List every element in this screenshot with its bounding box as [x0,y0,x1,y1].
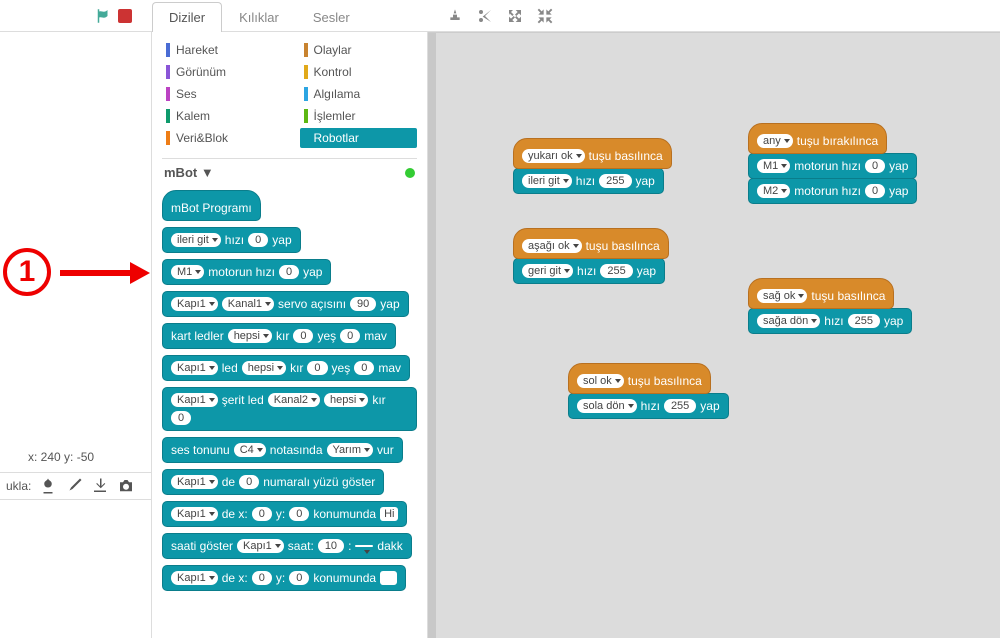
stage-area: x: 240 y: -50 ukla: [0,32,152,638]
camera-icon[interactable] [117,477,135,495]
block-palette: Hareket Olaylar Görünüm Kontrol Ses Algı… [152,32,428,638]
shrink-icon[interactable] [537,8,553,24]
block-led-strip[interactable]: Kapı1şerit ledKanal2hepsikır0 [162,387,417,431]
stack-left[interactable]: sol oktuşu basılınca sola dönhızı255yap [568,363,729,419]
cat-data[interactable]: Veri&Blok [162,128,280,148]
annotation-marker: 1 [3,248,51,296]
cat-sensing[interactable]: Algılama [300,84,418,104]
cat-looks[interactable]: Görünüm [162,62,280,82]
cat-pen[interactable]: Kalem [162,106,280,126]
toolbar [447,8,553,24]
cat-control[interactable]: Kontrol [300,62,418,82]
main-row: x: 240 y: -50 ukla: Hareket Olaylar Görü… [0,32,1000,638]
cat-events[interactable]: Olaylar [300,40,418,60]
grow-icon[interactable] [507,8,523,24]
cat-robots[interactable]: Robotlar [300,128,418,148]
block-led[interactable]: Kapı1ledhepsikır0yeş0mav [162,355,410,381]
block-onboard-led[interactable]: kart ledlerhepsikır0yeş0mav [162,323,396,349]
stage-controls [0,0,152,32]
script-canvas[interactable]: yukarı oktuşu basılınca ileri githızı255… [428,32,1000,638]
block-motor-speed[interactable]: M1motorun hızı0yap [162,259,331,285]
green-flag-icon[interactable] [94,7,112,25]
sprite-toolbar: ukla: [0,472,151,500]
scissors-icon[interactable] [477,8,493,24]
xy-readout: x: 240 y: -50 [28,450,94,464]
block-face-xy-text[interactable]: Kapı1de x:0y:0konumundaHi [162,501,407,527]
cat-motion[interactable]: Hareket [162,40,280,60]
tabs: Diziler Kılıklar Sesler [152,0,367,32]
stack-right[interactable]: sağ oktuşu basılınca sağa dönhızı255yap [748,278,912,334]
canvas-separator [428,33,436,638]
stack-release[interactable]: anytuşu bırakılınca M1motorun hızı0yap M… [748,123,917,204]
sprite-label: ukla: [6,479,31,493]
annotation-arrow-icon [60,258,150,291]
stamp-icon[interactable] [447,8,463,24]
extension-header[interactable]: mBot ▼ [162,158,417,182]
block-face-xy[interactable]: Kapı1de x:0y:0konumunda [162,565,406,591]
tab-costumes[interactable]: Kılıklar [222,2,296,32]
block-show-clock[interactable]: saati gösterKapı1saat:10:dakk [162,533,412,559]
block-mbot-program[interactable]: mBot Programı [162,190,261,221]
top-bar: Diziler Kılıklar Sesler [0,0,1000,32]
brush-icon[interactable] [65,477,83,495]
connection-dot-icon [405,168,415,178]
blocks-list: mBot Programı ileri githızı0yap M1motoru… [162,190,417,591]
cat-operators[interactable]: İşlemler [300,106,418,126]
stack-down[interactable]: aşağı oktuşu basılınca geri githızı255ya… [513,228,669,284]
cat-sound[interactable]: Ses [162,84,280,104]
block-face[interactable]: Kapı1de0numaralı yüzü göster [162,469,384,495]
paint-icon[interactable] [39,477,57,495]
tab-sounds[interactable]: Sesler [296,2,367,32]
tab-scripts[interactable]: Diziler [152,2,222,33]
stop-icon[interactable] [118,9,132,23]
category-grid: Hareket Olaylar Görünüm Kontrol Ses Algı… [162,40,417,148]
block-run-speed[interactable]: ileri githızı0yap [162,227,301,253]
block-servo[interactable]: Kapı1Kanal1servo açısını90yap [162,291,409,317]
block-tone[interactable]: ses tonunuC4notasındaYarımvur [162,437,403,463]
stack-up[interactable]: yukarı oktuşu basılınca ileri githızı255… [513,138,672,194]
import-icon[interactable] [91,477,109,495]
